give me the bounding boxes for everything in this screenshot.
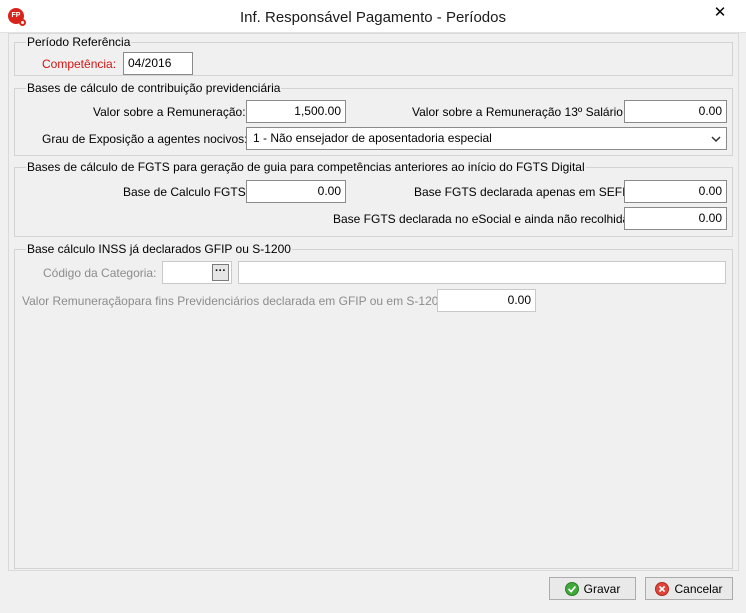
valor-remuneracao-gfip-label: Valor Remuneraçãopara fins Previdenciári… — [22, 294, 449, 308]
cancel-button[interactable]: Cancelar — [645, 577, 733, 600]
categoria-description-input[interactable] — [238, 261, 726, 284]
cancel-button-label: Cancelar — [674, 581, 723, 596]
categoria-lookup-button[interactable]: ··· — [212, 264, 229, 281]
competencia-input[interactable]: 04/2016 — [123, 52, 193, 75]
window-title: Inf. Responsável Pagamento - Períodos — [240, 9, 506, 26]
previdenciaria-group-title: Bases de cálculo de contribuição previde… — [26, 81, 282, 95]
periodo-group: Período Referência — [14, 35, 733, 76]
checkmark-icon — [564, 581, 579, 596]
remuneracao-13-label: Valor sobre a Remuneração 13º Salário: — [412, 105, 627, 119]
base-fgts-input[interactable]: 0.00 — [246, 180, 346, 203]
inss-group-title: Base cálculo INSS já declarados GFIP ou … — [26, 242, 292, 256]
fgts-group-title: Bases de cálculo de FGTS para geração de… — [26, 160, 586, 174]
base-sefip-input[interactable]: 0.00 — [624, 180, 727, 203]
save-button-label: Gravar — [583, 581, 621, 596]
chevron-down-icon — [711, 136, 721, 143]
cancel-x-icon — [655, 581, 670, 596]
close-button[interactable]: ✕ — [700, 2, 740, 24]
save-button[interactable]: Gravar — [549, 577, 636, 600]
competencia-label: Competência: — [42, 57, 117, 71]
remuneracao-13-input[interactable]: 0.00 — [624, 100, 727, 123]
remuneracao-label: Valor sobre a Remuneração: — [93, 105, 246, 119]
grau-exposicao-select[interactable]: 1 - Não ensejador de aposentadoria espec… — [246, 127, 727, 150]
categoria-label: Código da Categoria: — [43, 266, 157, 280]
grau-exposicao-value: 1 - Não ensejador de aposentadoria espec… — [253, 131, 492, 145]
remuneracao-input[interactable]: 1,500.00 — [246, 100, 346, 123]
base-esocial-label: Base FGTS declarada no eSocial e ainda n… — [333, 212, 633, 226]
base-sefip-label: Base FGTS declarada apenas em SEFIP: — [414, 185, 637, 199]
base-fgts-label: Base de Calculo FGTS: — [123, 185, 250, 199]
base-esocial-input[interactable]: 0.00 — [624, 207, 727, 230]
periodo-group-title: Período Referência — [26, 35, 132, 49]
valor-remuneracao-gfip-input[interactable]: 0.00 — [437, 289, 536, 312]
title-bar: FP Inf. Responsável Pagamento - Períodos… — [0, 0, 746, 33]
grau-exposicao-label: Grau de Exposição a agentes nocivos: — [42, 132, 248, 146]
